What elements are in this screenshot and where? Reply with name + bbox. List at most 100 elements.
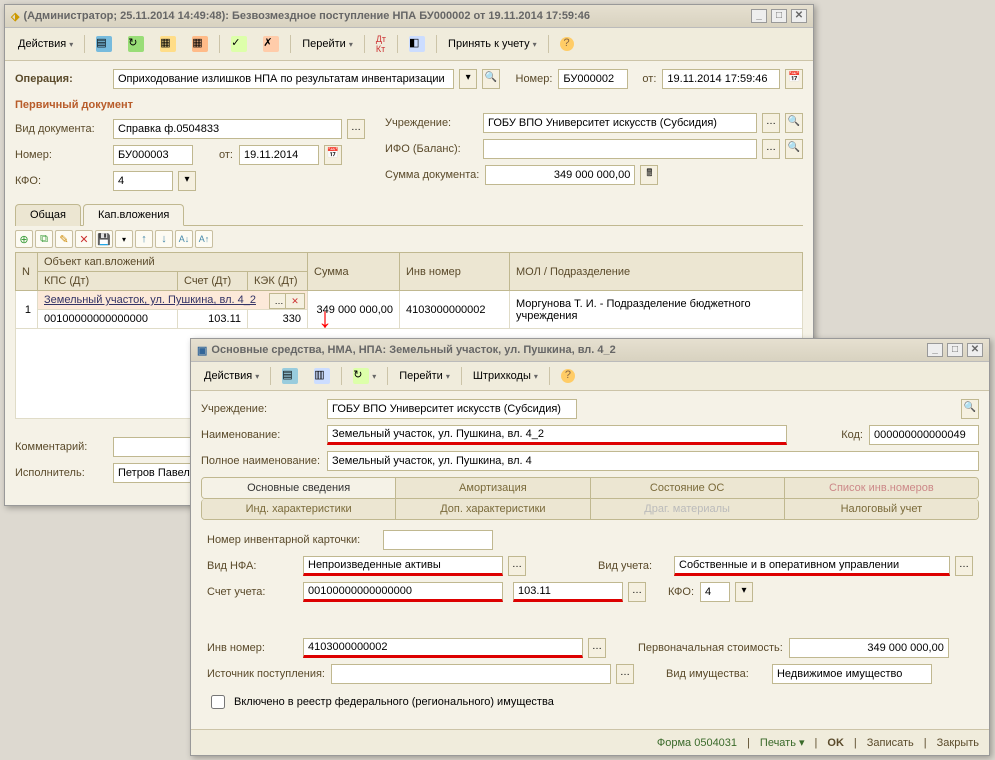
operation-search-icon[interactable]: 🔍 xyxy=(482,69,500,89)
tab-general[interactable]: Общая xyxy=(15,204,81,226)
grid-sort-desc-icon[interactable]: A↑ xyxy=(195,230,213,248)
proptype-field[interactable] xyxy=(772,664,932,684)
grid-add-icon[interactable]: ⊕ xyxy=(15,230,33,248)
grid-down-icon[interactable]: ↓ xyxy=(155,230,173,248)
grid-edit-icon[interactable]: ✎ xyxy=(55,230,73,248)
kfo2-dropdown-icon[interactable]: ▾ xyxy=(735,582,753,602)
tb-dkt-icon[interactable]: ДтКт xyxy=(369,31,393,57)
accttype-choose-icon[interactable]: … xyxy=(955,556,973,576)
barcodes-menu[interactable]: Штрихкоды▾ xyxy=(466,367,545,385)
tb-unpost-icon[interactable]: ✗ xyxy=(256,33,286,55)
tab-tax[interactable]: Налоговый учет xyxy=(785,499,978,519)
inv-cell: 4103000000002 xyxy=(400,291,510,329)
invcard-field[interactable] xyxy=(383,530,493,550)
code-field[interactable] xyxy=(869,425,979,445)
grid-sort-asc-icon[interactable]: A↓ xyxy=(175,230,193,248)
proptype-label: Вид имущества: xyxy=(666,668,766,680)
src-choose-icon[interactable]: … xyxy=(616,664,634,684)
org-field[interactable] xyxy=(483,113,757,133)
tab-state[interactable]: Состояние ОС xyxy=(591,478,785,498)
registry-checkbox[interactable] xyxy=(211,695,225,709)
operation-field[interactable] xyxy=(113,69,454,89)
date2-field[interactable] xyxy=(239,145,319,165)
kfo-dropdown-icon[interactable]: ▾ xyxy=(178,171,196,191)
goto2-menu[interactable]: Перейти▾ xyxy=(392,367,457,385)
src-field[interactable] xyxy=(331,664,611,684)
minimize-button[interactable]: _ xyxy=(751,9,767,23)
grid-up-icon[interactable]: ↑ xyxy=(135,230,153,248)
maximize-button[interactable]: □ xyxy=(771,9,787,23)
tab-main-info[interactable]: Основные сведения xyxy=(202,478,396,498)
close-button-footer[interactable]: Закрыть xyxy=(937,737,979,749)
cost-field[interactable] xyxy=(789,638,949,658)
inv-choose-icon[interactable]: … xyxy=(588,638,606,658)
sum-calc-icon[interactable]: 🖩 xyxy=(640,165,658,185)
doctype-choose-icon[interactable]: … xyxy=(347,119,365,139)
nfa-label: Вид НФА: xyxy=(207,560,297,572)
fullname-field[interactable] xyxy=(327,451,979,471)
grid-save-dd-icon[interactable]: ▾ xyxy=(115,230,133,248)
operation-dropdown[interactable]: ▾ xyxy=(459,69,477,89)
tb-post-icon[interactable]: ✓ xyxy=(224,33,254,55)
tb2-icon-2[interactable]: ▥ xyxy=(307,365,337,387)
kfo-field[interactable] xyxy=(113,171,173,191)
form-link[interactable]: Форма 0504031 xyxy=(657,737,737,749)
inv-field[interactable] xyxy=(303,638,583,658)
tab-amort[interactable]: Амортизация xyxy=(396,478,590,498)
acct-field1[interactable] xyxy=(303,582,503,602)
actions-menu[interactable]: Действия▾ xyxy=(11,35,80,53)
tab-ind-char[interactable]: Инд. характеристики xyxy=(202,499,396,519)
doctype-field[interactable] xyxy=(113,119,342,139)
app-icon: ▣ xyxy=(197,344,207,357)
ifo-field[interactable] xyxy=(483,139,757,159)
nfa-field[interactable] xyxy=(303,556,503,576)
goto-menu[interactable]: Перейти▾ xyxy=(295,35,360,53)
org2-search-icon[interactable]: 🔍 xyxy=(961,399,979,419)
actions2-menu[interactable]: Действия▾ xyxy=(197,367,266,385)
print-button[interactable]: Печать ▾ xyxy=(760,736,805,749)
org-search-icon[interactable]: 🔍 xyxy=(785,113,803,133)
close-button[interactable]: ✕ xyxy=(791,9,807,23)
ok-button[interactable]: OK xyxy=(827,737,844,749)
name-field[interactable] xyxy=(327,425,787,445)
date-picker-icon[interactable]: 📅 xyxy=(785,69,803,89)
tb-icon-2[interactable]: ↻ xyxy=(121,33,151,55)
org-choose-icon[interactable]: … xyxy=(762,113,780,133)
obj-clear-icon[interactable]: ✕ xyxy=(285,293,305,309)
tb-icon-1[interactable]: ▤ xyxy=(89,33,119,55)
tab-invlist[interactable]: Список инв.номеров xyxy=(785,478,978,498)
doctype-label: Вид документа: xyxy=(15,123,107,135)
ifo-search-icon[interactable]: 🔍 xyxy=(785,139,803,159)
tb-icon-3[interactable]: ▦ xyxy=(153,33,183,55)
tab-drag-mat[interactable]: Драг. материалы xyxy=(591,499,785,519)
close-button[interactable]: ✕ xyxy=(967,343,983,357)
mol-cell: Моргунова Т. И. - Подразделение бюджетно… xyxy=(510,291,803,329)
tab-dop-char[interactable]: Доп. характеристики xyxy=(396,499,590,519)
date-field[interactable] xyxy=(662,69,780,89)
tb-icon-5[interactable]: ◧ xyxy=(402,33,432,55)
tb2-icon-3[interactable]: ↻▾ xyxy=(346,365,383,387)
help2-icon[interactable]: ? xyxy=(554,366,582,386)
maximize-button[interactable]: □ xyxy=(947,343,963,357)
help-icon[interactable]: ? xyxy=(553,34,581,54)
grid-save-icon[interactable]: 💾 xyxy=(95,230,113,248)
accept-button[interactable]: Принять к учету▾ xyxy=(441,35,544,53)
nfa-choose-icon[interactable]: … xyxy=(508,556,526,576)
acct-choose-icon[interactable]: … xyxy=(628,582,646,602)
kfo2-field[interactable] xyxy=(700,582,730,602)
tab-capital[interactable]: Кап.вложения xyxy=(83,204,184,226)
org2-field[interactable] xyxy=(327,399,577,419)
tb-icon-4[interactable]: ▦ xyxy=(185,33,215,55)
grid-delete-icon[interactable]: ✕ xyxy=(75,230,93,248)
date2-picker-icon[interactable]: 📅 xyxy=(324,145,342,165)
table-row[interactable]: 1 Земельный участок, ул. Пушкина, вл. 4_… xyxy=(16,291,803,310)
accttype-field[interactable] xyxy=(674,556,950,576)
ifo-choose-icon[interactable]: … xyxy=(762,139,780,159)
acct-field2[interactable] xyxy=(513,582,623,602)
save-button[interactable]: Записать xyxy=(867,737,914,749)
number-field[interactable] xyxy=(558,69,628,89)
number2-field[interactable] xyxy=(113,145,193,165)
grid-copy-icon[interactable]: ⧉ xyxy=(35,230,53,248)
tb2-icon-1[interactable]: ▤ xyxy=(275,365,305,387)
minimize-button[interactable]: _ xyxy=(927,343,943,357)
